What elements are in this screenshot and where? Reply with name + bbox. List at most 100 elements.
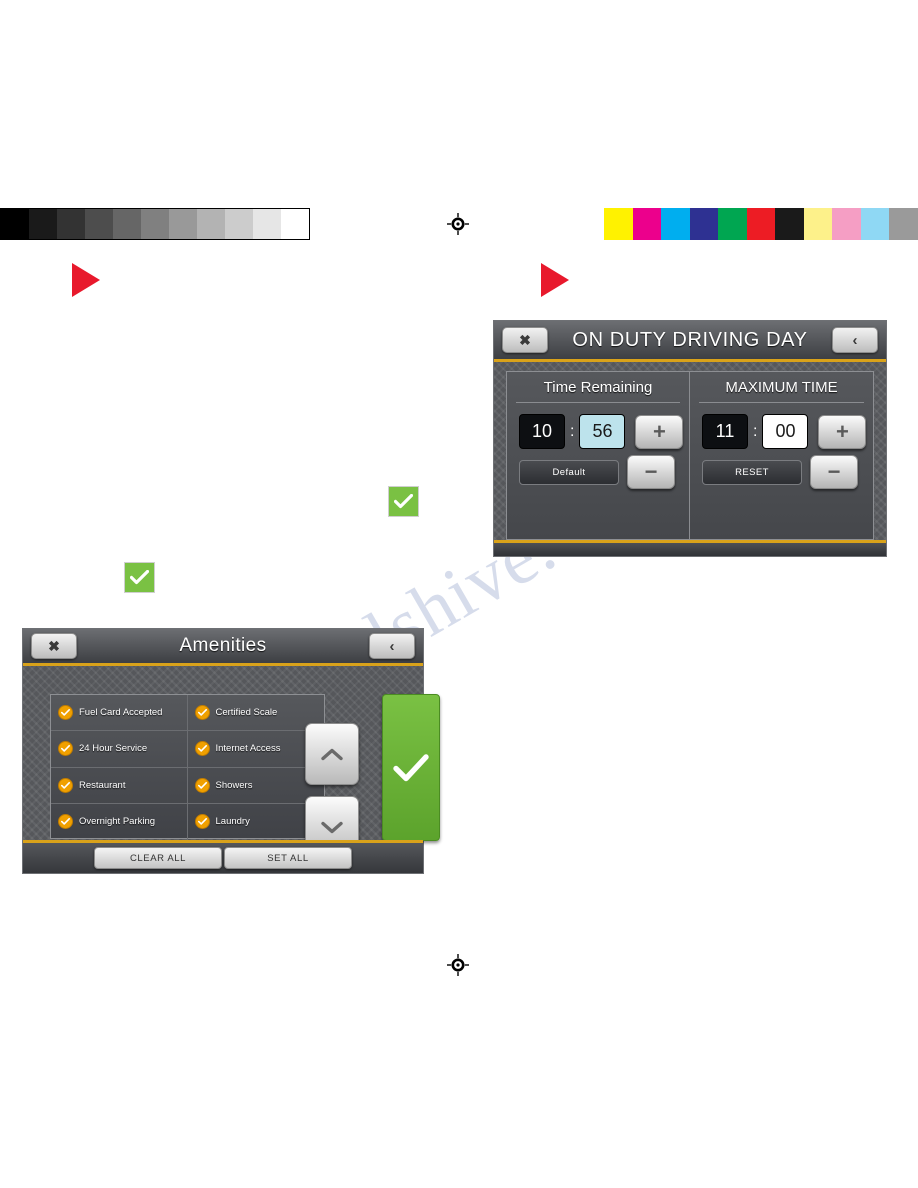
gray-swatch	[169, 209, 197, 239]
column-heading: MAXIMUM TIME	[725, 379, 838, 396]
gray-swatch	[281, 209, 309, 239]
increment-button[interactable]: +	[635, 414, 684, 449]
play-triangle-icon	[541, 263, 569, 297]
color-swatch	[689, 208, 719, 240]
gray-swatch	[225, 209, 253, 239]
amenity-label: Laundry	[215, 816, 250, 828]
color-swatch	[718, 208, 747, 240]
back-button[interactable]: ‹	[369, 633, 415, 659]
amenity-item[interactable]: Certified Scale	[188, 695, 325, 730]
maximum-time-column: MAXIMUM TIME 11 : 00 + RESET −	[690, 372, 873, 539]
plus-icon: +	[836, 418, 849, 444]
maximum-time-fields: 11 : 00 +	[690, 414, 873, 449]
amenity-label: Restaurant	[79, 779, 126, 791]
list-row: Overnight Parking Laundry	[51, 803, 325, 840]
amenities-footer: CLEAR ALL SET ALL	[23, 840, 423, 873]
chevron-down-icon	[321, 821, 343, 833]
page-title: ON DUTY DRIVING DAY	[572, 328, 808, 351]
gray-swatch	[197, 209, 225, 239]
time-remaining-column: Time Remaining 10 : 56 + Default −	[507, 372, 690, 539]
confirm-button[interactable]	[382, 694, 440, 841]
hours-field[interactable]: 10	[519, 414, 565, 449]
gray-swatch	[85, 209, 113, 239]
amenities-titlebar: ✖ Amenities ‹	[23, 629, 423, 666]
amenities-body: Fuel Card Accepted Certified Scale 24 Ho…	[23, 666, 440, 873]
page-title: Amenities	[179, 635, 267, 656]
color-swatch	[746, 208, 776, 240]
reset-button[interactable]: RESET	[702, 459, 802, 485]
color-swatch	[860, 208, 890, 240]
checked-circle-icon	[58, 741, 73, 757]
amenity-label: Certified Scale	[215, 707, 278, 719]
checked-circle-icon	[194, 777, 210, 793]
amenities-list: Fuel Card Accepted Certified Scale 24 Ho…	[50, 694, 325, 840]
decrement-button[interactable]: −	[627, 455, 675, 489]
color-swatch	[661, 208, 690, 240]
gray-swatch	[57, 209, 85, 239]
gray-swatch	[29, 209, 57, 239]
set-all-button[interactable]: SET ALL	[224, 847, 352, 869]
onduty-footer-strip	[494, 540, 886, 556]
checked-circle-icon	[194, 814, 210, 830]
plus-icon: +	[653, 418, 666, 444]
amenity-item[interactable]: Showers	[188, 768, 325, 803]
gray-swatch	[113, 209, 141, 239]
registration-mark-icon	[447, 213, 469, 235]
amenity-item[interactable]: 24 Hour Service	[51, 731, 188, 767]
divider	[699, 402, 864, 403]
gray-swatch	[1, 209, 29, 239]
amenity-label: Showers	[215, 779, 253, 791]
check-badge-icon	[388, 486, 419, 517]
amenity-item[interactable]: Fuel Card Accepted	[51, 695, 188, 731]
decrement-button[interactable]: −	[810, 455, 858, 489]
registration-mark-icon	[447, 954, 469, 976]
minus-icon: −	[644, 459, 658, 484]
color-swatch	[775, 208, 804, 240]
minutes-field[interactable]: 00	[762, 414, 809, 449]
color-swatch	[889, 208, 918, 240]
hours-field[interactable]: 11	[702, 414, 748, 449]
grayscale-step-wedge	[0, 208, 310, 240]
close-button[interactable]: ✖	[502, 327, 548, 353]
checked-circle-icon	[194, 705, 210, 721]
amenity-label: Fuel Card Accepted	[79, 707, 163, 719]
minutes-field[interactable]: 56	[579, 414, 626, 449]
amenity-item[interactable]: Laundry	[188, 804, 325, 840]
amenity-label: Internet Access	[215, 743, 281, 755]
time-remaining-actions: Default −	[507, 455, 689, 489]
list-row: 24 Hour Service Internet Access	[51, 731, 325, 768]
amenity-label: Overnight Parking	[79, 816, 156, 828]
onduty-body: Time Remaining 10 : 56 + Default − MAXIM…	[494, 362, 886, 556]
time-separator: :	[570, 422, 575, 440]
check-icon	[393, 753, 429, 781]
close-button[interactable]: ✖	[31, 633, 77, 659]
gray-swatch	[253, 209, 281, 239]
onduty-panel: Time Remaining 10 : 56 + Default − MAXIM…	[506, 371, 874, 540]
time-separator: :	[753, 422, 758, 440]
checked-circle-icon	[58, 705, 73, 721]
checked-circle-icon	[58, 777, 73, 793]
amenity-label: 24 Hour Service	[79, 743, 148, 755]
chevron-up-icon	[321, 748, 343, 760]
onduty-titlebar: ✖ ON DUTY DRIVING DAY ‹	[494, 321, 886, 362]
play-triangle-icon	[72, 263, 100, 297]
color-swatch	[832, 208, 861, 240]
gray-swatch	[141, 209, 169, 239]
color-control-bar	[604, 208, 918, 240]
divider	[516, 402, 680, 403]
back-button[interactable]: ‹	[832, 327, 878, 353]
time-remaining-fields: 10 : 56 +	[507, 414, 689, 449]
amenity-item[interactable]: Restaurant	[51, 767, 188, 803]
maximum-time-actions: RESET −	[690, 455, 873, 489]
checked-circle-icon	[194, 741, 210, 757]
increment-button[interactable]: +	[818, 414, 867, 449]
amenity-item[interactable]: Overnight Parking	[51, 803, 188, 840]
scroll-up-button[interactable]	[305, 723, 359, 785]
checked-circle-icon	[58, 814, 73, 830]
amenity-item[interactable]: Internet Access	[188, 731, 325, 766]
default-button[interactable]: Default	[519, 459, 619, 485]
minus-icon: −	[827, 459, 841, 484]
color-swatch	[803, 208, 833, 240]
clear-all-button[interactable]: CLEAR ALL	[94, 847, 222, 869]
check-badge-icon	[124, 562, 155, 593]
